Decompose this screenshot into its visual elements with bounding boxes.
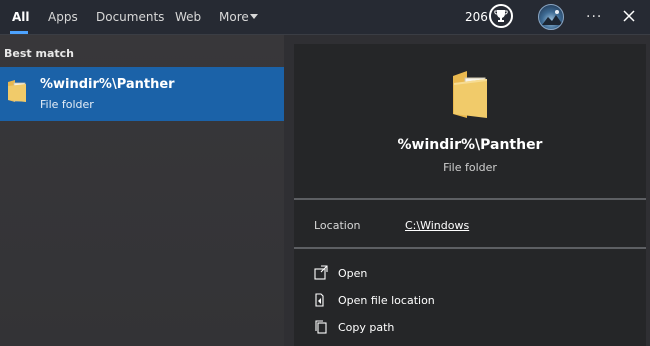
- tab-apps[interactable]: Apps: [48, 10, 78, 24]
- open-icon: [314, 265, 328, 280]
- file-location-icon: [315, 293, 324, 307]
- best-match-result[interactable]: %windir%\Panther File folder: [0, 67, 284, 121]
- action-label: Open: [338, 267, 368, 280]
- tab-all[interactable]: All: [12, 10, 30, 24]
- user-avatar[interactable]: [538, 4, 564, 30]
- results-panel: Best match %windir%\Panther File folder: [0, 35, 284, 346]
- close-icon[interactable]: [622, 9, 636, 23]
- action-label: Copy path: [338, 321, 395, 334]
- tab-web[interactable]: Web: [175, 10, 201, 24]
- search-top-bar: All Apps Documents Web More 206 ···: [0, 0, 650, 35]
- best-match-heading: Best match: [4, 47, 74, 60]
- chevron-down-icon: [250, 14, 258, 19]
- folder-icon: [8, 80, 26, 102]
- copy-icon: [315, 320, 327, 334]
- divider: [294, 198, 646, 200]
- active-tab-indicator: [10, 31, 28, 34]
- tab-more[interactable]: More: [219, 10, 249, 24]
- divider: [294, 247, 646, 249]
- detail-title: %windir%\Panther: [397, 137, 543, 153]
- more-options-icon[interactable]: ···: [586, 9, 602, 25]
- detail-panel: %windir%\Panther File folder Location C:…: [294, 44, 646, 346]
- location-link[interactable]: C:\Windows: [405, 219, 469, 232]
- result-title: %windir%\Panther: [40, 77, 175, 92]
- rewards-points: 206: [465, 10, 488, 24]
- result-subtitle: File folder: [40, 98, 94, 111]
- folder-icon: [453, 71, 487, 118]
- location-label: Location: [314, 219, 361, 232]
- tab-documents[interactable]: Documents: [96, 10, 164, 24]
- rewards-trophy-icon[interactable]: [489, 4, 513, 28]
- action-label: Open file location: [338, 294, 435, 307]
- detail-subtitle: File folder: [443, 161, 497, 174]
